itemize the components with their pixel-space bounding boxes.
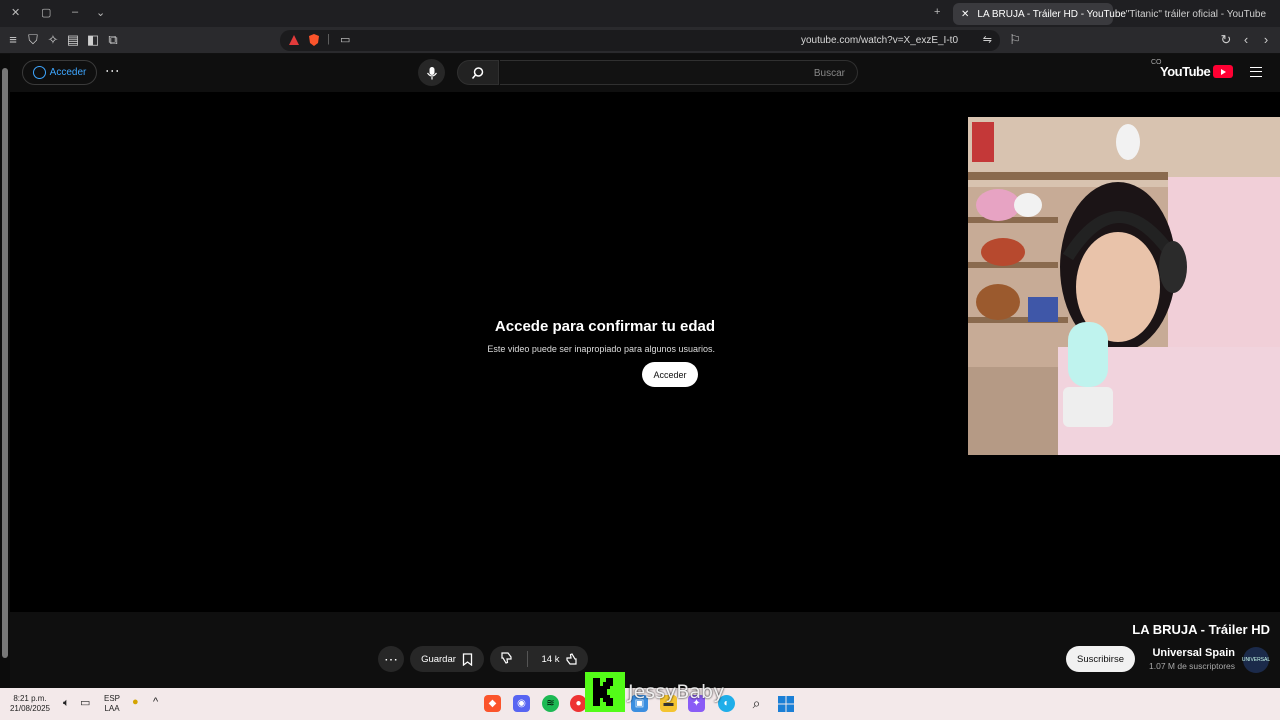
address-bar[interactable]: | ▭ youtube.com/watch?v=X_exzE_I-t0 ⇋ [280, 30, 1000, 51]
maximize-window-icon[interactable]: ▢ [41, 6, 51, 19]
browser-tab-strip: ✕ ▢ – ⌄ + ✕ LA BRUJA - Tráiler HD - YouT… [0, 0, 1280, 27]
windows-start-icon[interactable] [777, 695, 794, 712]
signin-label: Acceder [49, 67, 87, 78]
browser-toolbar: ≡ ⛉ ✧ ▤ ◧ ⧉ | ▭ youtube.com/watch?v=X_ex… [0, 27, 1280, 54]
forward-icon[interactable]: › [1259, 33, 1273, 47]
tab-la-bruja[interactable]: ✕ LA BRUJA - Tráiler HD - YouTube [953, 3, 1126, 25]
back-icon[interactable]: ‹ [1239, 33, 1253, 47]
windows-logo-icon [777, 695, 794, 712]
separator: | [327, 33, 330, 45]
avatar-text: UNIVERSAL [1241, 657, 1271, 663]
youtube-header: Acceder ⋮ Buscar CO YouTube [10, 54, 1280, 92]
kick-logo [585, 672, 625, 712]
guide-menu-icon[interactable] [1250, 67, 1262, 77]
extensions-icon[interactable]: ✧ [46, 33, 60, 47]
bookmark-icon[interactable]: ⚐ [1008, 33, 1022, 47]
menu-icon[interactable]: ≡ [6, 33, 20, 47]
video-title: LA BRUJA - Tráiler HD [1132, 622, 1270, 637]
save-label: Guardar [421, 653, 456, 665]
bookmark-icon [462, 652, 473, 666]
channel-avatar[interactable]: UNIVERSAL [1241, 647, 1271, 673]
webcam-image [968, 117, 1280, 455]
microphone-tray-icon[interactable]: ● [132, 697, 139, 708]
youtube-logo[interactable]: CO YouTube [1151, 59, 1234, 79]
more-horizontal-icon: ⋯ [384, 651, 398, 667]
search-icon [471, 66, 484, 79]
volume-icon[interactable]: 🔈︎ [63, 698, 70, 709]
voice-search-button[interactable] [418, 59, 445, 86]
shield-icon[interactable]: ⛉ [26, 33, 40, 47]
spotify-app-icon[interactable]: ≋ [542, 695, 559, 712]
webcam-overlay [968, 117, 1280, 455]
like-button[interactable]: 14 k [534, 652, 579, 666]
sidebar-icon[interactable]: ◧ [86, 33, 100, 47]
close-tab-icon[interactable]: ✕ [961, 9, 969, 20]
scrollbar-thumb[interactable] [2, 68, 8, 658]
clock-time: 8:21 p.m. [13, 694, 47, 703]
warning-triangle-icon[interactable] [288, 34, 300, 46]
thumbs-up-icon [566, 652, 578, 665]
search-input[interactable]: Buscar [500, 60, 858, 85]
tab-title: LA BRUJA - Tráiler HD - YouTube [977, 8, 1126, 20]
tab-list-chevron-icon[interactable]: ⌄ [96, 6, 105, 19]
language-indicator[interactable]: ESP LAA [100, 694, 124, 714]
search-placeholder: Buscar [813, 68, 845, 79]
channel-name[interactable]: Universal Spain [1147, 647, 1235, 659]
age-gate-signin-button[interactable]: Acceder [642, 362, 698, 387]
discord-app-icon[interactable]: ◉ [513, 695, 530, 712]
close-window-icon[interactable]: ✕ [11, 6, 20, 19]
minimize-window-icon[interactable]: – [72, 6, 78, 18]
clock[interactable]: 8:21 p.m. 21/08/2025 [8, 694, 52, 714]
video-info-section: LA BRUJA - Tráiler HD ⋯ Guardar 14 k Sus… [10, 612, 1280, 688]
brave-browser-app-icon[interactable]: ◆ [484, 695, 501, 712]
clock-date: 21/08/2025 [9, 704, 51, 713]
new-tab-icon[interactable]: + [934, 6, 940, 18]
site-settings-icon[interactable]: ⇋ [983, 33, 992, 46]
microphone-icon [426, 66, 437, 79]
youtube-wordmark: YouTube [1160, 64, 1211, 79]
age-gate-subtitle: Este video puede ser inapropiado para al… [487, 344, 715, 354]
like-count: 14 k [541, 653, 560, 665]
search-button[interactable] [457, 60, 499, 85]
signin-button[interactable]: Acceder [22, 60, 97, 85]
tab-titanic[interactable]: "Titanic" tráiler oficial - YouTube [1126, 3, 1280, 25]
kick-logo-mark [593, 678, 613, 706]
streamer-name: JessyBaby [628, 681, 725, 703]
reload-icon[interactable]: ↻ [1219, 33, 1233, 47]
cast-icon[interactable]: ▭ [340, 33, 350, 46]
show-hidden-icons-chevron-icon[interactable]: ^ [153, 697, 158, 708]
save-button[interactable]: Guardar [410, 646, 484, 672]
channel-subscriber-count: 1.07 M de suscriptores [1149, 661, 1235, 671]
page-scrollbar[interactable] [0, 54, 10, 688]
age-gate-title: Accede para confirmar tu edad [494, 318, 715, 335]
language-code: ESP [103, 694, 120, 703]
url-text: youtube.com/watch?v=X_exzE_I-t0 [800, 35, 958, 46]
tab-manager-icon[interactable]: ▤ [66, 33, 80, 47]
tab-title: "Titanic" tráiler oficial - YouTube [1125, 8, 1266, 20]
more-options-icon[interactable]: ⋮ [105, 64, 121, 78]
screenshot-icon[interactable]: ⧉ [106, 33, 120, 47]
dislike-button[interactable] [500, 651, 528, 667]
brave-shield-icon[interactable] [307, 33, 321, 47]
keyboard-layout: LAA [104, 704, 120, 713]
country-code: CO [1151, 59, 1162, 66]
youtube-play-icon [1213, 65, 1234, 78]
network-icon[interactable]: ▭ [80, 698, 90, 709]
thumbs-down-icon [500, 652, 512, 664]
like-dislike-group: 14 k [490, 646, 588, 672]
more-actions-button[interactable]: ⋯ [378, 646, 404, 672]
search-taskbar-icon[interactable]: ⌕ [748, 695, 765, 712]
subscribe-button[interactable]: Suscribirse [1066, 646, 1135, 672]
account-icon [32, 66, 46, 79]
